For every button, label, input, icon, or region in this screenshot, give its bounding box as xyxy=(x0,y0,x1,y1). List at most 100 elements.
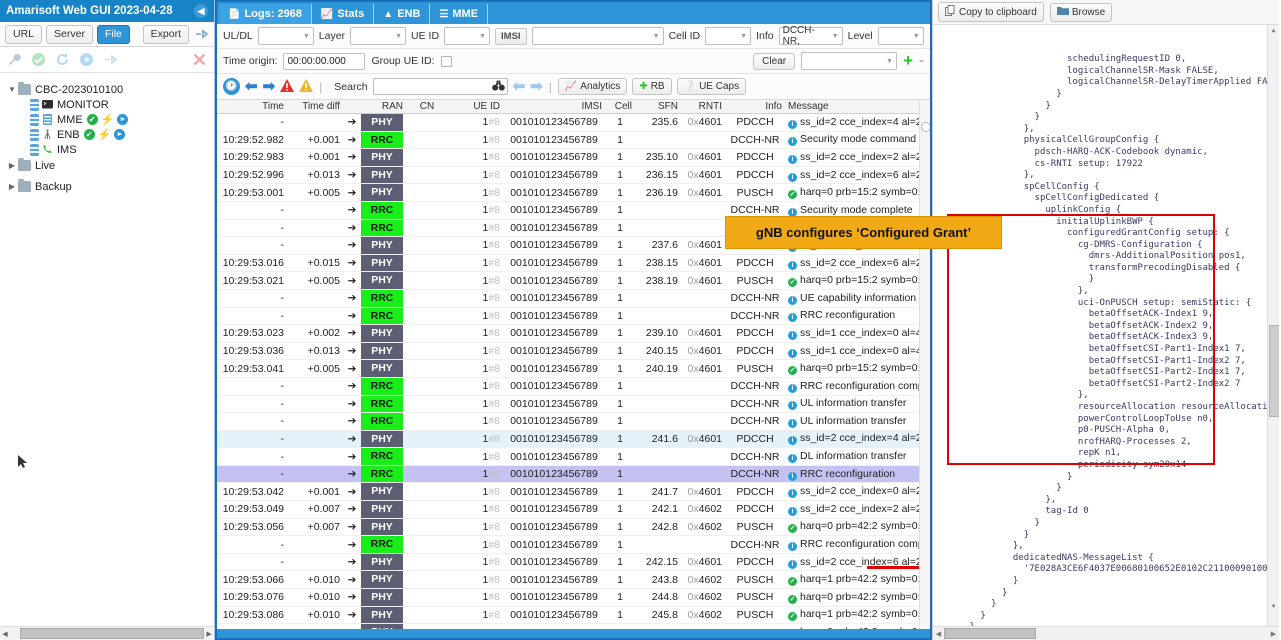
table-row[interactable]: - ➔ RRC 1#8 001010123456789 1 DCCH-NR i RRC reco… xyxy=(217,307,920,326)
scroll-thumb[interactable] xyxy=(921,122,930,132)
col-ran[interactable]: RAN xyxy=(361,100,403,114)
error-triangle-icon[interactable] xyxy=(280,78,295,95)
clear-button[interactable]: Clear xyxy=(753,52,796,70)
add-preset-button[interactable]: + xyxy=(903,52,913,69)
scroll-down-icon[interactable]: ▼ xyxy=(1268,601,1279,612)
tree-item-ims[interactable]: IMS xyxy=(6,142,214,157)
play-icon[interactable]: ► xyxy=(114,129,126,140)
chevron-down-icon[interactable]: ▼ xyxy=(6,85,18,94)
table-row[interactable]: - ➔ RRC 1#8 001010123456789 1 DCCH-NR i DL infor… xyxy=(217,447,920,466)
scroll-left-icon[interactable]: ◀ xyxy=(933,630,944,638)
scroll-thumb[interactable] xyxy=(944,628,1036,639)
table-row[interactable]: 10:29:53.001 +0.005 ➔ PHY 1#8 001010123456789… xyxy=(217,183,920,202)
table-row[interactable]: 10:29:53.056 +0.007 ➔ PHY 1#8 001010123456789… xyxy=(217,518,920,537)
refresh-icon[interactable] xyxy=(55,52,70,67)
col-imsi[interactable]: IMSI xyxy=(503,100,605,114)
tree-item-enb[interactable]: ENB ✔ ⚡ ► xyxy=(6,127,214,142)
play-circle-icon[interactable] xyxy=(79,52,94,67)
play-icon[interactable]: ► xyxy=(117,114,129,125)
uldl-select[interactable]: ▼ xyxy=(257,27,314,45)
table-row[interactable]: - ➔RRC 1#80010101234567891 DCCH-NRiUE capab… xyxy=(217,289,920,308)
table-row[interactable]: 10:29:52.996 +0.013 ➔ PHY 1#8 001010123456789… xyxy=(217,166,920,185)
url-button[interactable]: URL xyxy=(5,24,43,44)
col-message[interactable]: Message xyxy=(785,100,920,114)
arrow-right-icon[interactable]: ➡ xyxy=(263,79,276,94)
detail-content[interactable]: schedulingRequestID 0, logicalChannelSR-… xyxy=(933,25,1279,626)
warning-triangle-icon[interactable] xyxy=(299,78,314,95)
export-button[interactable]: Export xyxy=(142,24,189,44)
tab-logs[interactable]: 📄 Logs: 2968 xyxy=(219,4,312,24)
table-row[interactable]: 10:29:53.049 +0.007 ➔ PHY 1#8 001010123456789… xyxy=(217,500,920,519)
col-sfn[interactable]: SFN xyxy=(635,100,681,114)
col-ue-id[interactable]: UE ID xyxy=(451,100,503,114)
table-row[interactable]: 10:29:53.076 +0.010 ➔ PHY 1#8 001010123456789… xyxy=(217,588,920,607)
tab-stats[interactable]: 📈 Stats xyxy=(312,4,375,24)
rb-button[interactable]: ✚ RB xyxy=(632,78,672,95)
table-vertical-scrollbar[interactable] xyxy=(919,100,930,629)
table-row[interactable]: 10:29:53.036 +0.013 ➔ PHY 1#8 001010123456789… xyxy=(217,342,920,361)
chevron-right-icon[interactable]: ▶ xyxy=(6,161,18,170)
scroll-thumb[interactable] xyxy=(1269,325,1279,417)
scroll-left-icon[interactable]: ◀ xyxy=(0,630,10,638)
remove-preset-button[interactable]: - xyxy=(919,53,924,68)
table-row[interactable]: 10:29:53.023 +0.002 ➔ PHY 1#8 001010123456789… xyxy=(217,324,920,343)
table-row[interactable]: 10:29:53.096+0.010➔PHY 1#8001010123456789… xyxy=(217,623,920,629)
analytics-button[interactable]: 📈 Analytics xyxy=(557,78,628,95)
table-row[interactable]: 10:29:52.982 +0.001 ➔ RRC 1#8 001010123456789… xyxy=(217,131,920,150)
scroll-right-icon[interactable]: ▶ xyxy=(1268,630,1279,638)
server-button[interactable]: Server xyxy=(46,24,93,44)
col-time[interactable]: Time xyxy=(217,100,287,114)
scroll-thumb[interactable] xyxy=(19,628,205,639)
imsi-select[interactable]: ▼ xyxy=(531,27,664,45)
table-row[interactable]: - ➔ RRC 1#8 001010123456789 1 DCCH-NR i RRC reco… xyxy=(217,465,920,484)
check-circle-icon[interactable] xyxy=(31,52,46,67)
col-cell[interactable]: Cell xyxy=(605,100,635,114)
col-info[interactable]: Info xyxy=(725,100,785,114)
chevron-right-icon[interactable]: ▶ xyxy=(6,182,18,191)
tree-item-monitor[interactable]: MONITOR xyxy=(6,97,214,112)
imsi-button[interactable]: IMSI xyxy=(495,27,527,45)
time-origin-input[interactable]: 00:00:00.000 xyxy=(283,52,366,70)
cellid-select[interactable]: ▼ xyxy=(705,27,752,45)
table-row[interactable]: - ➔ RRC 1#8 001010123456789 1 DCCH-NR i RRC reco… xyxy=(217,377,920,396)
tab-mme[interactable]: ☰ MME xyxy=(430,4,489,24)
col-time-diff[interactable]: Time diff xyxy=(287,100,343,114)
group-ue-checkbox[interactable] xyxy=(440,55,452,67)
connect-plug-icon[interactable] xyxy=(103,52,118,67)
table-row[interactable]: - ➔ PHY 1#8 001010123456789 1 235.6 0x4601 PDCCH… xyxy=(217,113,920,132)
tree-item-cbc[interactable]: ▼ CBC-2023010100 xyxy=(6,82,214,97)
table-row[interactable]: 10:29:53.066 +0.010 ➔ PHY 1#8 001010123456789… xyxy=(217,570,920,590)
tree-item-mme[interactable]: MME ✔ ⚡ ► xyxy=(6,112,214,127)
detail-vertical-scrollbar[interactable]: ▲ ▼ xyxy=(1267,25,1279,626)
info-select[interactable]: DCCH-NR, ▼ xyxy=(778,25,843,47)
table-row[interactable]: 10:29:53.086 +0.010 ➔ PHY 1#8 001010123456789… xyxy=(217,606,920,625)
detail-horizontal-scrollbar[interactable]: ◀ ▶ xyxy=(933,626,1279,640)
col-cn[interactable]: CN xyxy=(403,100,451,114)
table-row[interactable]: - ➔ PHY 1#8 001010123456789 1 241.6 0x4601 PDCCH… xyxy=(217,430,920,449)
table-horizontal-scrollbar[interactable] xyxy=(217,629,930,638)
preset-select[interactable]: ▼ xyxy=(801,52,898,70)
table-row[interactable]: - ➔ RRC 1#8 001010123456789 1 DCCH-NR i RRC reco… xyxy=(217,535,920,554)
close-icon[interactable] xyxy=(192,52,207,67)
tab-enb[interactable]: ▲ ENB xyxy=(374,4,431,24)
table-row[interactable]: 10:29:53.016 +0.015 ➔ PHY 1#8 001010123456789… xyxy=(217,254,920,273)
scroll-up-icon[interactable]: ▲ xyxy=(1268,25,1279,36)
find-next-icon[interactable]: ➡ xyxy=(530,79,543,94)
plug-icon[interactable] xyxy=(193,26,209,42)
layer-select[interactable]: ▼ xyxy=(350,27,407,45)
table-row[interactable]: 10:29:53.021 +0.005 ➔ PHY 1#8 001010123456789… xyxy=(217,271,920,290)
table-row[interactable]: - ➔ PHY 1#8 001010123456789 1 242.15 0x4601 PDCC… xyxy=(217,553,920,572)
copy-to-clipboard-button[interactable]: Copy to clipboard xyxy=(938,2,1044,22)
file-button[interactable]: File xyxy=(96,24,130,44)
ue-caps-button[interactable]: ❔ UE Caps xyxy=(676,78,747,95)
col-rnti[interactable]: RNTI xyxy=(681,100,725,114)
level-select[interactable]: ▼ xyxy=(877,27,924,45)
chevron-left-icon[interactable]: ◀ xyxy=(194,4,208,18)
search-input[interactable] xyxy=(372,78,508,95)
binoculars-icon[interactable] xyxy=(491,79,505,95)
ueid-select[interactable]: ▼ xyxy=(444,27,491,45)
wrench-icon[interactable] xyxy=(7,52,22,67)
table-row[interactable]: 10:29:53.041 +0.005 ➔ PHY 1#8 001010123456789… xyxy=(217,359,920,378)
arrow-left-icon[interactable]: ⬅ xyxy=(245,79,258,94)
table-row[interactable]: - ➔ RRC 1#8 001010123456789 1 DCCH-NR i UL infor… xyxy=(217,412,920,431)
